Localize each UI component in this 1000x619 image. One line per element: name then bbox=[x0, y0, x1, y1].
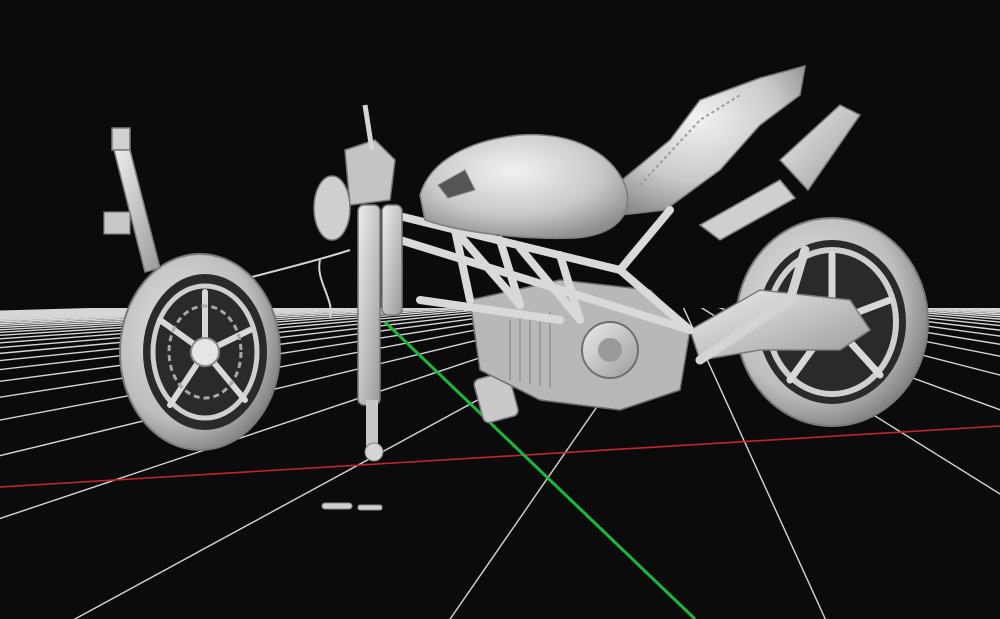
scene-canvas[interactable] bbox=[0, 0, 1000, 619]
front-wheel bbox=[119, 253, 281, 451]
3d-viewport[interactable] bbox=[0, 0, 1000, 619]
